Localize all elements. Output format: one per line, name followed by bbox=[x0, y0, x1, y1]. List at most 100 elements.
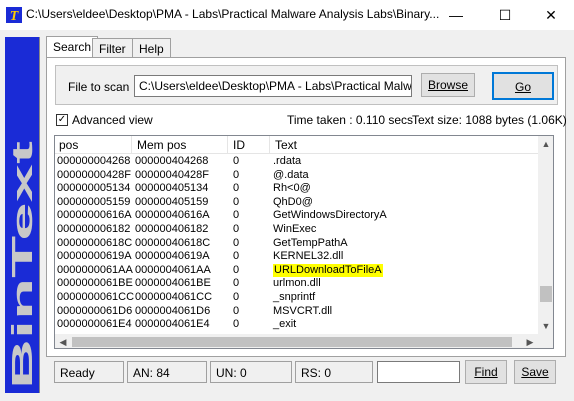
table-row[interactable]: 0000000061BE 0000004061BE 0 urlmon.dll bbox=[55, 277, 538, 290]
cell-id: 0 bbox=[233, 182, 240, 195]
brand-text: BinText bbox=[7, 140, 39, 389]
table-row[interactable]: 00000000428F 00000040428F 0 @.data bbox=[55, 169, 538, 182]
status-ready: Ready bbox=[54, 361, 124, 383]
cell-pos: 00000000619A bbox=[57, 250, 132, 263]
cell-text: urlmon.dll bbox=[273, 277, 321, 290]
column-divider[interactable] bbox=[131, 136, 132, 154]
bintext-app-icon: T bbox=[6, 7, 22, 23]
text-size-label: Text size: 1088 bytes (1.06K) bbox=[412, 113, 567, 127]
horizontal-scrollbar[interactable]: ◀ ▶ bbox=[55, 334, 538, 348]
cell-id: 0 bbox=[233, 209, 240, 222]
cell-mem-pos: 0000004061BE bbox=[135, 277, 211, 290]
column-header-text[interactable]: Text bbox=[275, 138, 297, 152]
table-row[interactable]: 000000005134 000000405134 0 Rh<0@ bbox=[55, 182, 538, 195]
save-label: Save bbox=[521, 365, 549, 379]
status-an-count: AN: 84 bbox=[127, 361, 207, 383]
column-divider[interactable] bbox=[227, 136, 228, 154]
brand-sidebar: BinText bbox=[5, 37, 40, 393]
close-button[interactable]: ✕ bbox=[528, 0, 574, 30]
minimize-button[interactable]: — bbox=[433, 0, 479, 30]
table-row[interactable]: 0000000061E4 0000004061E4 0 _exit bbox=[55, 318, 538, 331]
cell-pos: 000000005134 bbox=[57, 182, 131, 195]
cell-pos: 000000006182 bbox=[57, 223, 131, 235]
browse-button[interactable]: Browse bbox=[421, 73, 475, 97]
table-row[interactable]: 00000000618C 00000040618C 0 GetTempPathA bbox=[55, 237, 538, 250]
column-divider[interactable] bbox=[269, 136, 270, 154]
cell-mem-pos: 000000406182 bbox=[135, 223, 209, 235]
go-label: Go bbox=[514, 80, 531, 94]
title-bar: T C:\Users\eldee\Desktop\PMA - Labs\Prac… bbox=[0, 0, 574, 30]
cell-pos: 000000005159 bbox=[57, 195, 131, 208]
cell-text: _snprintf bbox=[273, 291, 316, 303]
status-un-count: UN: 0 bbox=[210, 361, 292, 383]
cell-text: @.data bbox=[273, 168, 309, 181]
file-to-scan-label: File to scan bbox=[68, 80, 130, 94]
save-button[interactable]: Save bbox=[514, 360, 556, 384]
cell-text: WinExec bbox=[273, 223, 317, 235]
cell-mem-pos: 00000040619A bbox=[135, 250, 210, 263]
vertical-scroll-thumb[interactable] bbox=[540, 286, 552, 302]
cell-pos: 000000004268 bbox=[57, 155, 131, 167]
cell-pos: 0000000061D6 bbox=[57, 304, 133, 317]
cell-text: _exit bbox=[273, 318, 297, 331]
find-input[interactable] bbox=[377, 361, 460, 383]
table-row[interactable]: 0000000061AA 0000004061AA 0 URLDownloadToFi… bbox=[55, 263, 538, 277]
table-row[interactable]: 00000000619A 00000040619A 0 KERNEL32.dll bbox=[55, 250, 538, 263]
scroll-down-arrow[interactable]: ▼ bbox=[538, 318, 553, 334]
find-button[interactable]: Find bbox=[465, 360, 507, 384]
cell-text: Rh<0@ bbox=[273, 182, 311, 195]
cell-text: KERNEL32.dll bbox=[273, 250, 344, 263]
cell-mem-pos: 000000405159 bbox=[135, 195, 209, 208]
table-row[interactable]: 00000000616A 00000040616A 0 GetWindowsDirec… bbox=[55, 209, 538, 222]
time-taken-label: Time taken : 0.110 secs bbox=[287, 113, 414, 127]
cell-pos: 00000000616A bbox=[57, 209, 132, 222]
table-row[interactable]: 000000005159 000000405159 0 QhD0@ bbox=[55, 196, 538, 209]
cell-id: 0 bbox=[233, 223, 240, 235]
scroll-up-arrow[interactable]: ▲ bbox=[538, 136, 553, 152]
vertical-scrollbar[interactable]: ▲ ▼ bbox=[538, 136, 553, 334]
cell-id: 0 bbox=[233, 263, 240, 276]
tab-filter[interactable]: Filter bbox=[92, 38, 133, 58]
go-button[interactable]: Go bbox=[492, 72, 554, 100]
column-header-pos[interactable]: pos bbox=[59, 138, 78, 152]
column-header-mem-pos[interactable]: Mem pos bbox=[137, 138, 186, 152]
strings-table[interactable]: pos Mem pos ID Text 000000004268 00000040… bbox=[54, 135, 554, 349]
cell-id: 0 bbox=[233, 236, 240, 249]
cell-id: 0 bbox=[233, 195, 240, 208]
cell-text: MSVCRT.dll bbox=[273, 304, 333, 317]
cell-mem-pos: 0000004061E4 bbox=[135, 318, 210, 331]
cell-id: 0 bbox=[233, 155, 240, 167]
tab-search[interactable]: Search bbox=[46, 36, 99, 58]
cell-mem-pos: 000000404268 bbox=[135, 155, 209, 167]
maximize-button[interactable]: ☐ bbox=[482, 0, 528, 30]
file-path-input[interactable]: C:\Users\eldee\Desktop\PMA - Labs\Practi… bbox=[134, 75, 412, 97]
advanced-view-label[interactable]: Advanced view bbox=[72, 113, 153, 127]
scroll-left-arrow[interactable]: ◀ bbox=[55, 334, 71, 348]
cell-pos: 0000000061BE bbox=[57, 277, 133, 290]
cell-pos: 0000000061E4 bbox=[57, 318, 132, 331]
cell-text: .rdata bbox=[273, 155, 302, 167]
table-row[interactable]: 0000000061D6 0000004061D6 0 MSVCRT.dll bbox=[55, 305, 538, 318]
table-row[interactable]: 000000006182 000000406182 0 WinExec bbox=[55, 223, 538, 236]
svg-text:T: T bbox=[10, 9, 20, 23]
scroll-right-arrow[interactable]: ▶ bbox=[522, 334, 538, 348]
cell-text: QhD0@ bbox=[273, 195, 313, 208]
cell-id: 0 bbox=[233, 318, 240, 331]
cell-id: 0 bbox=[233, 168, 240, 181]
browse-label: Browse bbox=[427, 78, 468, 92]
cell-id: 0 bbox=[233, 250, 240, 263]
cell-mem-pos: 0000004061CC bbox=[135, 291, 213, 303]
cell-mem-pos: 00000040428F bbox=[135, 168, 210, 181]
brand-logo: BinText bbox=[7, 140, 39, 389]
cell-pos: 00000000618C bbox=[57, 236, 133, 249]
scrollbar-corner bbox=[538, 334, 553, 348]
horizontal-scroll-thumb[interactable] bbox=[72, 337, 512, 347]
table-row[interactable]: 0000000061CC 0000004061CC 0 _snprintf bbox=[55, 291, 538, 304]
find-label: Find bbox=[474, 365, 498, 379]
cell-id: 0 bbox=[233, 277, 240, 290]
table-row[interactable]: 000000004268 000000404268 0 .rdata bbox=[55, 155, 538, 168]
advanced-view-checkbox[interactable]: ✓ bbox=[56, 114, 68, 126]
tab-help[interactable]: Help bbox=[132, 38, 171, 58]
column-header-id[interactable]: ID bbox=[233, 138, 245, 152]
cell-mem-pos: 0000004061AA bbox=[135, 263, 211, 276]
